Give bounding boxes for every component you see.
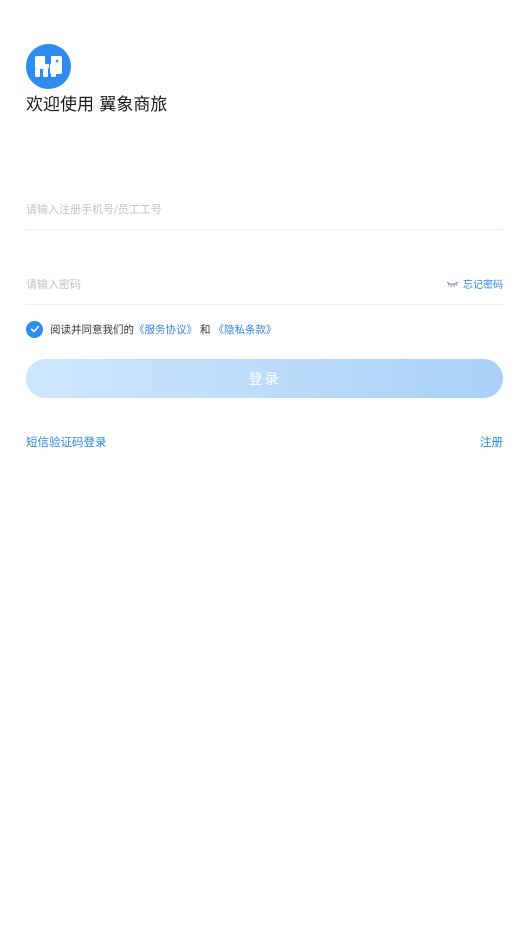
agreement-and: 和 xyxy=(200,323,211,336)
login-button[interactable]: 登录 xyxy=(26,359,503,398)
checkmark-icon xyxy=(30,325,39,333)
service-agreement-link[interactable]: 《服务协议》 xyxy=(134,322,197,337)
sms-login-link[interactable]: 短信验证码登录 xyxy=(26,434,107,450)
forgot-password-label: 忘记密码 xyxy=(463,280,503,291)
phone-input[interactable] xyxy=(26,197,406,221)
phone-field xyxy=(26,189,503,230)
welcome-title: 欢迎使用 翼象商旅 xyxy=(26,95,168,115)
eye-closed-icon[interactable] xyxy=(446,280,459,288)
register-link[interactable]: 注册 xyxy=(480,434,503,450)
forgot-password-link[interactable]: 忘记密码 xyxy=(446,276,503,291)
elephant-logo-icon xyxy=(26,44,71,89)
password-field: 忘记密码 xyxy=(26,264,503,305)
privacy-policy-link[interactable]: 《隐私条款》 xyxy=(214,322,277,337)
agreement-row: 阅读并同意我们的 《服务协议》 和 《隐私条款》 xyxy=(26,320,277,338)
password-input[interactable] xyxy=(26,272,406,296)
agreement-checkbox[interactable] xyxy=(26,320,43,338)
agreement-prefix: 阅读并同意我们的 xyxy=(50,323,134,336)
